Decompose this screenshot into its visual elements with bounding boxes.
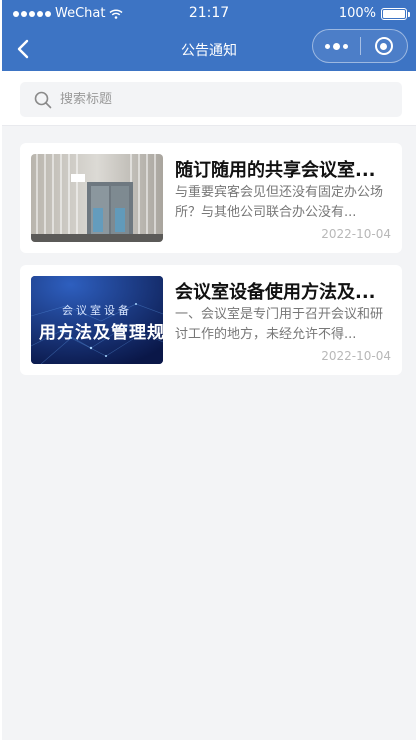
more-button[interactable] — [313, 30, 360, 62]
more-icon — [324, 42, 348, 50]
thumbnail-caption: 会议室设备 — [62, 304, 132, 317]
search-input[interactable] — [60, 92, 360, 107]
notice-title: 会议室设备使用方法及... — [175, 282, 376, 303]
close-button[interactable] — [360, 30, 407, 62]
notice-thumbnail — [31, 154, 163, 242]
battery-icon — [381, 7, 410, 20]
notice-title: 随订随用的共享会议室... — [175, 160, 376, 181]
thumbnail-heading: 用方法及管理规 — [39, 323, 163, 343]
search-box[interactable] — [20, 82, 402, 117]
search-icon — [34, 91, 52, 108]
target-icon — [374, 37, 393, 55]
notice-summary: 一、会议室是专门用于召开会议和研讨工作的地方，未经允许不得... — [175, 307, 384, 342]
mini-program-capsule — [312, 29, 408, 63]
notice-thumbnail: 会议室设备 用方法及管理规 — [31, 276, 163, 364]
status-bar: WeChat 21:17 100% — [2, 0, 416, 28]
search-bar — [2, 71, 416, 126]
notice-card[interactable]: 随订随用的共享会议室... 与重要宾客会见但还没有固定办公场所？与其他公司联合办… — [20, 143, 402, 253]
battery-percent: 100% — [338, 6, 376, 21]
header: WeChat 21:17 100% 公告通知 — [2, 0, 416, 71]
app-frame: WeChat 21:17 100% 公告通知 搜索标题 随订随用的共享会议室..… — [2, 0, 416, 740]
notice-date: 2022-10-04 — [321, 349, 391, 363]
nav-bar: 公告通知 — [2, 28, 416, 71]
notice-card[interactable]: 会议室设备 用方法及管理规 会议室设备使用方法及... 一、会议室是专门用于召开… — [20, 265, 402, 375]
status-right: 100% — [338, 6, 410, 21]
notice-summary: 与重要宾客会见但还没有固定办公场所？与其他公司联合办公没有... — [175, 185, 384, 220]
notice-date: 2022-10-04 — [321, 227, 391, 241]
